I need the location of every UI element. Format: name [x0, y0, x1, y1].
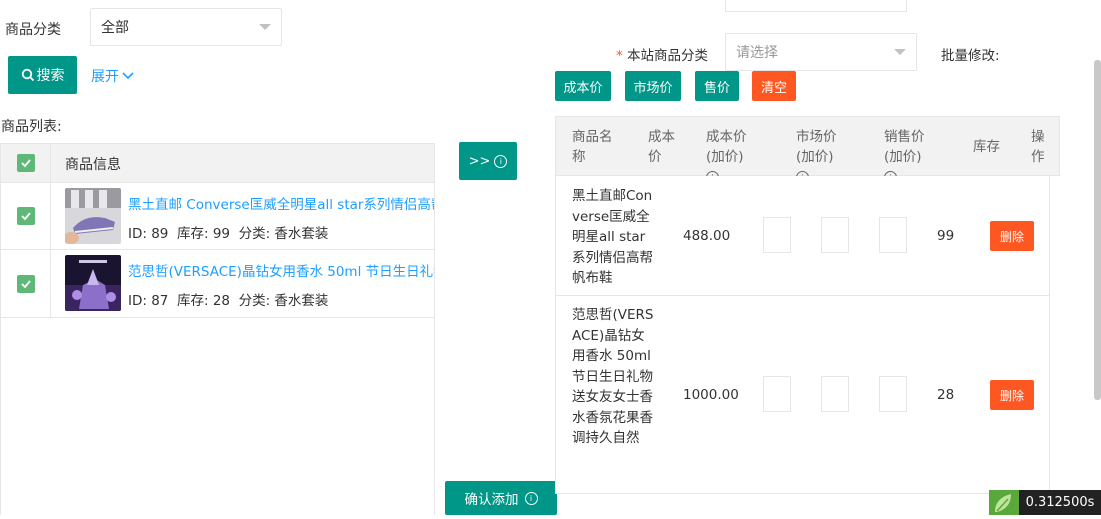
chevron-down-icon — [259, 24, 271, 30]
selected-product-stock: 99 — [937, 228, 955, 244]
check-icon — [21, 212, 31, 221]
scrollbar-thumb[interactable] — [1094, 60, 1101, 400]
select-all-checkbox[interactable] — [17, 154, 35, 172]
col-sale-markup-text: 销售价(加价) — [884, 129, 925, 165]
confirm-add-label: 确认添加 — [464, 492, 519, 508]
product-list-table: 商品信息 黑土直邮 Converse匡威全明星all star系列情侣高帮帆布鞋… — [0, 143, 435, 515]
info-icon: i — [494, 154, 508, 168]
col-cost: 成本价 — [648, 129, 675, 165]
selected-table-header: 商品名称 成本价 成本价(加价)i 市场价(加价)i 销售价(加价)i 库存 操… — [555, 116, 1060, 184]
product-meta: ID: 89 库存: 99 分类: 香水套装 — [128, 226, 329, 242]
selected-product-name: 范思哲(VERSACE)晶钻女用香水 50ml 节日生日礼物送女友女士香水香氛花… — [572, 307, 654, 446]
search-icon — [21, 68, 34, 82]
selected-product-cost: 1000.00 — [683, 387, 739, 403]
selected-product-stock: 28 — [937, 387, 955, 403]
timer-badge: 0.312500s — [1019, 490, 1101, 515]
sale-markup-input[interactable] — [879, 217, 907, 253]
market-markup-input[interactable] — [821, 376, 849, 412]
col-market-markup-text: 市场价(加价) — [796, 129, 837, 165]
market-markup-input[interactable] — [821, 217, 849, 253]
col-stock: 库存 — [973, 139, 1000, 155]
selected-product-cost: 488.00 — [683, 228, 731, 244]
site-category-select[interactable]: 请选择 — [725, 33, 917, 71]
expand-label: 展开 — [91, 69, 119, 85]
site-category-placeholder: 请选择 — [736, 45, 778, 61]
bulk-sale-button[interactable]: 售价 — [695, 71, 739, 101]
category-select[interactable]: 全部 — [90, 8, 282, 46]
top-partial-field[interactable] — [725, 0, 907, 12]
transfer-button[interactable]: >> i — [459, 142, 517, 180]
product-list-header: 商品信息 — [1, 144, 434, 183]
clear-button[interactable]: 清空 — [752, 71, 796, 101]
row-checkbox[interactable] — [17, 207, 35, 225]
col-name: 商品名称 — [572, 129, 613, 165]
bulk-edit-label: 批量修改: — [941, 48, 1000, 64]
category-label: 商品分类 — [5, 22, 61, 38]
col-action: 操作 — [1031, 129, 1045, 165]
site-category-label-wrap: * 本站商品分类 — [616, 44, 708, 64]
col-cost-markup-text: 成本价(加价) — [706, 129, 747, 165]
confirm-add-button[interactable]: 确认添加 i — [445, 481, 557, 515]
table-row: 黑土直邮Converse匡威全明星all star系列情侣高帮帆布鞋 488.0… — [555, 176, 1050, 296]
check-icon — [21, 159, 31, 168]
delete-button[interactable]: 删除 — [990, 221, 1034, 251]
bulk-cost-button[interactable]: 成本价 — [555, 71, 611, 101]
transfer-button-label: >> — [468, 153, 491, 169]
product-thumbnail — [65, 255, 121, 311]
cost-markup-input[interactable] — [763, 217, 791, 253]
sale-markup-input[interactable] — [879, 376, 907, 412]
product-list-title: 商品列表: — [1, 119, 62, 135]
table-row: 范思哲(VERSACE)晶钻女用香水 50ml 节日生日礼物送女友女士香水香氛花… — [1, 249, 434, 318]
chevron-down-icon — [894, 49, 906, 55]
leaf-logo-icon — [989, 490, 1019, 515]
check-icon — [21, 280, 31, 289]
delete-button[interactable]: 删除 — [990, 380, 1034, 410]
category-select-value: 全部 — [101, 20, 129, 36]
expand-link[interactable]: 展开 — [91, 66, 134, 86]
bulk-market-button[interactable]: 市场价 — [625, 71, 681, 101]
site-category-label: 本站商品分类 — [627, 48, 709, 64]
search-button-label: 搜索 — [36, 68, 65, 84]
cost-markup-input[interactable] — [763, 376, 791, 412]
product-thumbnail — [65, 188, 121, 244]
search-button[interactable]: 搜索 — [8, 56, 77, 94]
table-row: 范思哲(VERSACE)晶钻女用香水 50ml 节日生日礼物送女友女士香水香氛花… — [555, 296, 1050, 494]
table-row: 黑土直邮 Converse匡威全明星all star系列情侣高帮帆布鞋 ID: … — [1, 182, 434, 250]
chevron-down-icon — [122, 72, 134, 80]
required-asterisk: * — [616, 48, 623, 64]
info-icon: i — [524, 491, 538, 505]
header-product-info: 商品信息 — [65, 157, 121, 173]
product-name-link[interactable]: 黑土直邮 Converse匡威全明星all star系列情侣高帮帆布鞋 — [128, 193, 434, 213]
product-name-link[interactable]: 范思哲(VERSACE)晶钻女用香水 50ml 节日生日礼物送女友女士香水香氛花… — [128, 260, 434, 280]
row-checkbox[interactable] — [17, 275, 35, 293]
product-meta: ID: 87 库存: 28 分类: 香水套装 — [128, 293, 329, 309]
selected-product-name: 黑土直邮Converse匡威全明星all star系列情侣高帮帆布鞋 — [572, 188, 653, 286]
